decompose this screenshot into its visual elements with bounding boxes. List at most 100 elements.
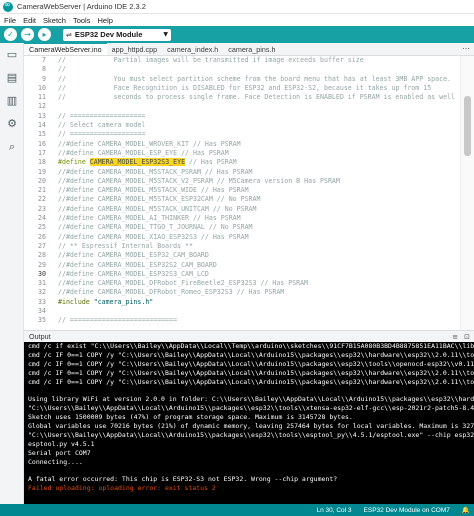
scrollbar-thumb[interactable] <box>464 96 471 156</box>
board-port-status[interactable]: ESP32 Dev Module on COM7 <box>364 507 450 514</box>
debug-button[interactable]: ▸ <box>38 28 51 41</box>
clear-output-icon[interactable]: ≡ <box>452 333 458 341</box>
include-path: "camera_pins.h" <box>93 297 154 306</box>
search-icon[interactable]: ⌕ <box>0 135 24 158</box>
boards-manager-icon[interactable]: ▤ <box>0 66 24 89</box>
menu-tools[interactable]: Tools <box>73 16 91 25</box>
menu-file[interactable]: File <box>4 16 16 25</box>
code-line[interactable]: 18 #define CAMERA_MODEL_ESP32S3_EYE // Ha… <box>24 158 460 167</box>
console-line: cmd /c IF 0==1 COPY /y "C:\\Users\\Baile… <box>28 359 474 368</box>
code-line[interactable]: 21 //#define CAMERA_MODEL_M5STACK_WIDE //… <box>24 186 460 195</box>
code-line[interactable]: 25 //#define CAMERA_MODEL_TTGO_T_JOURNAL … <box>24 223 460 232</box>
line-number: 11 <box>38 93 46 102</box>
code-line[interactable]: 31 //#define CAMERA_MODEL_DFRobot_FireBee… <box>24 279 460 288</box>
menu-bar: File Edit Sketch Tools Help <box>0 14 474 26</box>
tab-camerawebserver[interactable]: CameraWebServer.ino <box>24 43 107 55</box>
code-line[interactable]: 22 //#define CAMERA_MODEL_M5STACK_ESP32CA… <box>24 195 460 204</box>
highlighted-macro: CAMERA_MODEL_ESP32S3_EYE <box>89 158 186 167</box>
output-label: Output <box>29 332 51 341</box>
code-line[interactable]: 33 #include "camera_pins.h" <box>24 298 460 307</box>
code-line[interactable]: 14 // Select camera model <box>24 121 460 130</box>
code-line[interactable]: 29 //#define CAMERA_MODEL_ESP32S2_CAM_BOA… <box>24 261 460 270</box>
code-line[interactable]: 24 //#define CAMERA_MODEL_AI_THINKER // H… <box>24 214 460 223</box>
code-line[interactable]: 32 //#define CAMERA_MODEL_DFRobot_Romeo_E… <box>24 288 460 297</box>
code-line[interactable]: 17 //#define CAMERA_MODEL_ESP_EYE // Has … <box>24 149 460 158</box>
editor-scrollbar[interactable] <box>460 56 474 330</box>
line-number: 13 <box>38 111 46 120</box>
code-line[interactable]: 20 //#define CAMERA_MODEL_M5STACK_V2_PSRA… <box>24 177 460 186</box>
code-editor[interactable]: 7 // Partial images will be transmitted i… <box>24 56 460 330</box>
inline-comment: // Has PSRAM <box>185 158 237 167</box>
code-line[interactable]: 26 //#define CAMERA_MODEL_XIAO_ESP32S3 //… <box>24 233 460 242</box>
board-selector-label: ESP32 Dev Module <box>74 30 143 39</box>
line-number: 10 <box>38 83 46 92</box>
line-number: 12 <box>38 102 46 111</box>
code-text: // Face Recognition is DISABLED for ESP3… <box>58 83 432 92</box>
code-line[interactable]: 8 // <box>24 65 460 74</box>
debug-icon: ▸ <box>42 29 47 39</box>
code-line[interactable]: 23 //#define CAMERA_MODEL_M5STACK_UNITCAM… <box>24 205 460 214</box>
console-line: cmd /c IF 0==1 COPY /y "C:\\Users\\Baile… <box>28 368 474 377</box>
code-text: //#define CAMERA_MODEL_M5STACK_ESP32CAM … <box>58 195 261 204</box>
code-text: // <box>58 65 66 74</box>
code-line[interactable]: 19 //#define CAMERA_MODEL_M5STACK_PSRAM /… <box>24 168 460 177</box>
line-number: 22 <box>38 195 46 204</box>
code-line[interactable]: 10 // Face Recognition is DISABLED for ES… <box>24 84 460 93</box>
line-number: 26 <box>38 232 46 241</box>
console-line: A fatal error occurred: This chip is ESP… <box>28 475 338 484</box>
code-text: // =========================== <box>58 316 178 325</box>
menu-help[interactable]: Help <box>97 16 112 25</box>
more-options-icon[interactable]: ⋯ <box>462 44 470 53</box>
line-number: 19 <box>38 167 46 176</box>
code-line[interactable]: 35 // =========================== <box>24 316 460 325</box>
code-line[interactable]: 12 <box>24 102 460 111</box>
preprocessor-keyword: #define <box>58 158 90 167</box>
code-line[interactable]: 28 //#define CAMERA_MODEL_ESP32_CAM_BOARD <box>24 251 460 260</box>
line-number: 27 <box>38 241 46 250</box>
code-text: // Partial images will be transmitted if… <box>58 56 364 64</box>
tab-camera-index[interactable]: camera_index.h <box>162 43 223 55</box>
line-number: 9 <box>42 74 46 83</box>
chevron-down-icon: ▼ <box>163 31 168 38</box>
code-text: //#define CAMERA_MODEL_TTGO_T_JOURNAL //… <box>58 223 253 232</box>
code-text: //#define CAMERA_MODEL_ESP32S3_CAM_LCD <box>58 269 209 278</box>
output-console[interactable]: cmd /c if exist "C:\\Users\\Bailey\\AppD… <box>24 342 474 504</box>
console-line: esptool.py v4.5.1 <box>28 439 95 448</box>
sketchbook-icon[interactable]: ▭ <box>0 43 24 66</box>
code-line[interactable]: 30 //#define CAMERA_MODEL_ESP32S3_CAM_LCD <box>24 270 460 279</box>
code-line[interactable]: 9 // You must select partition scheme fro… <box>24 75 460 84</box>
code-line[interactable]: 34 <box>24 307 460 316</box>
tab-camera-pins[interactable]: camera_pins.h <box>223 43 280 55</box>
code-text: // seconds to process single frame. Face… <box>58 93 455 102</box>
debug-icon[interactable]: ⚙ <box>0 112 24 135</box>
line-number: 29 <box>38 260 46 269</box>
notifications-icon[interactable]: 🔔 <box>462 506 470 514</box>
tab-app-httpd[interactable]: app_httpd.cpp <box>107 43 163 55</box>
upload-button[interactable]: → <box>21 28 34 41</box>
line-number: 28 <box>38 251 46 260</box>
lock-scroll-icon[interactable]: ⊡ <box>464 333 470 341</box>
code-text: //#define CAMERA_MODEL_M5STACK_WIDE // H… <box>58 186 249 195</box>
menu-sketch[interactable]: Sketch <box>43 16 66 25</box>
code-line[interactable]: 15 // =================== <box>24 130 460 139</box>
status-bar: Ln 30, Col 3 ESP32 Dev Module on COM7 🔔 <box>0 504 474 516</box>
verify-button[interactable]: ✓ <box>4 28 17 41</box>
arrow-right-icon: → <box>24 29 31 39</box>
code-line[interactable]: 16 //#define CAMERA_MODEL_WROVER_KIT // H… <box>24 140 460 149</box>
library-manager-icon[interactable]: ▥ <box>0 89 24 112</box>
code-line[interactable]: 7 // Partial images will be transmitted i… <box>24 56 460 65</box>
cursor-position[interactable]: Ln 30, Col 3 <box>316 507 351 514</box>
code-line[interactable]: 27 // ** Espressif Internal Boards ** <box>24 242 460 251</box>
console-line: cmd /c IF 0==1 COPY /y "C:\\Users\\Baile… <box>28 377 474 386</box>
line-number: 16 <box>38 139 46 148</box>
code-line[interactable]: 13 // =================== <box>24 112 460 121</box>
code-text: //#define CAMERA_MODEL_M5STACK_PSRAM // … <box>58 167 253 176</box>
line-number: 30 <box>38 269 46 278</box>
line-number: 35 <box>38 316 46 325</box>
board-selector[interactable]: ⇌ ESP32 Dev Module ▼ <box>63 28 171 41</box>
code-line[interactable]: 11 // seconds to process single frame. Fa… <box>24 93 460 102</box>
menu-edit[interactable]: Edit <box>23 16 36 25</box>
code-text: //#define CAMERA_MODEL_XIAO_ESP32S3 // H… <box>58 232 249 241</box>
line-number: 8 <box>42 65 46 74</box>
